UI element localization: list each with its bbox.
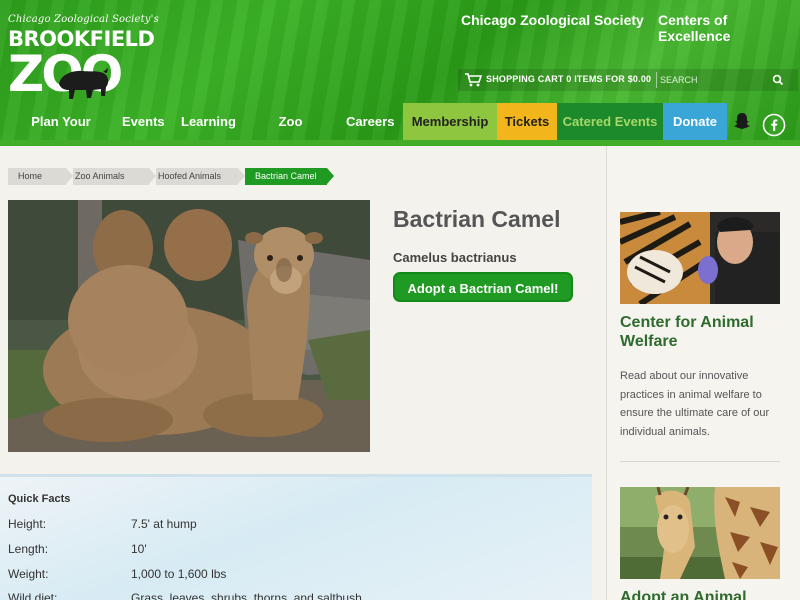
scientific-name: Camelus bactrianus [393, 250, 517, 265]
shopping-cart-link[interactable]: SHOPPING CART 0 ITEMS FOR $0.00 [486, 74, 651, 84]
breadcrumb-hoofed-animals[interactable]: Hoofed Animals [156, 168, 238, 185]
bison-icon [59, 68, 109, 99]
breadcrumb-separator [149, 168, 156, 184]
sidebar-divider [620, 461, 780, 462]
search-icon[interactable] [772, 74, 784, 86]
main-nav: Plan Your Visit Events Learning Zoo Anim… [0, 103, 800, 143]
breadcrumb-bactrian-camel: Bactrian Camel [245, 168, 327, 185]
cart-divider [656, 72, 657, 88]
adopt-an-animal-heading[interactable]: Adopt an Animal [620, 588, 790, 600]
quick-facts-title: Quick Facts [8, 493, 71, 505]
fact-value: 10' [131, 542, 147, 556]
page-title: Bactrian Camel [393, 206, 561, 232]
fact-value: Grass, leaves, shrubs, thorns, and saltb… [131, 591, 362, 600]
nav-item-careers[interactable]: Careers [346, 103, 394, 143]
breadcrumb-home[interactable]: Home [8, 168, 66, 185]
nav-item-plan-your-visit[interactable]: Plan Your Visit [18, 103, 104, 143]
fact-label: Height: [8, 517, 47, 531]
nav-membership-button[interactable]: Membership [403, 103, 497, 143]
nav-item-zoo-animals[interactable]: Zoo Animals [253, 103, 328, 143]
fact-value: 7.5' at hump [131, 517, 197, 531]
quick-facts-section: Quick Facts Height: 7.5' at hump Length:… [0, 474, 592, 600]
nav-item-learning[interactable]: Learning [181, 103, 236, 143]
breadcrumb-separator [66, 168, 73, 184]
search-input[interactable] [660, 72, 772, 88]
fact-label: Weight: [8, 567, 49, 581]
breadcrumb-zoo-animals[interactable]: Zoo Animals [73, 168, 149, 185]
giraffe-photo[interactable] [620, 487, 780, 579]
fact-label: Wild diet: [8, 591, 58, 600]
center-animal-welfare-heading[interactable]: Center for Animal Welfare [620, 313, 780, 351]
fact-value: 1,000 to 1,600 lbs [131, 567, 227, 581]
centers-of-excellence-link[interactable]: Centers of Excellence [658, 12, 800, 44]
cart-search-bar: SHOPPING CART 0 ITEMS FOR $0.00 [458, 69, 798, 91]
center-animal-welfare-text: Read about our innovative practices in a… [620, 370, 770, 438]
nav-tickets-button[interactable]: Tickets [497, 103, 557, 143]
logo-society-text: Chicago Zoological Society's [8, 14, 159, 25]
site-header: Chicago Zoological Society's BROOKFIELD … [0, 0, 800, 146]
fact-label: Length: [8, 542, 49, 556]
breadcrumb-end-arrow [327, 168, 334, 184]
chicago-zoological-society-link[interactable]: Chicago Zoological Society [461, 12, 644, 28]
adopt-animal-button[interactable]: Adopt a Bactrian Camel! [393, 272, 573, 302]
animal-welfare-photo[interactable] [620, 212, 780, 304]
breadcrumb-separator [238, 168, 245, 184]
bactrian-camel-photo [8, 200, 370, 452]
snapchat-icon[interactable] [733, 112, 751, 130]
nav-donate-button[interactable]: Donate [663, 103, 727, 143]
facebook-icon[interactable] [762, 113, 786, 137]
nav-catered-events-button[interactable]: Catered Events [557, 103, 663, 143]
shopping-cart-icon[interactable] [464, 73, 482, 87]
nav-item-events[interactable]: Events [122, 103, 165, 143]
